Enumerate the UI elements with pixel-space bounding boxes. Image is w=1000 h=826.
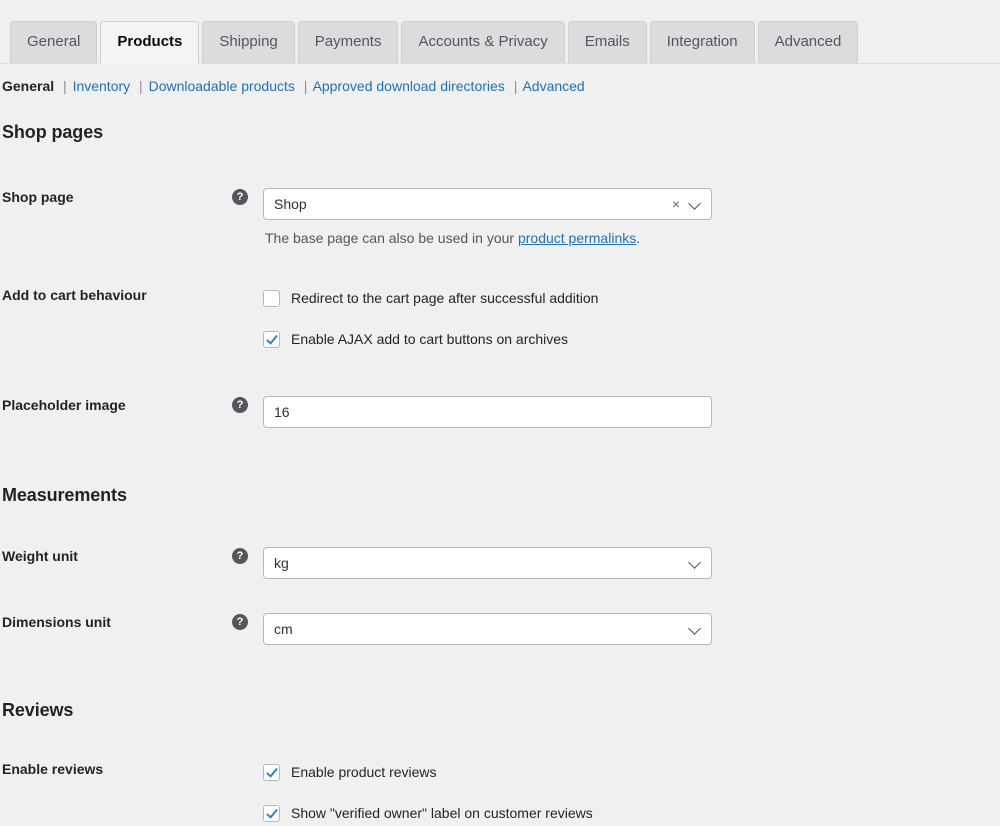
help-cell-placeholder-image: ? [232, 396, 263, 413]
subnav-item-inventory[interactable]: Inventory [73, 78, 131, 94]
label-dimensions-unit: Dimensions unit [2, 614, 111, 630]
field-body-shop-page: Shop × The base page can also be used in… [263, 188, 1000, 248]
checkbox-row-redirect-to-cart[interactable]: Redirect to the cart page after successf… [263, 286, 1000, 311]
question-mark-icon[interactable]: ? [232, 548, 248, 564]
tab-shipping[interactable]: Shipping [202, 21, 295, 63]
shop-page-description: The base page can also be used in your p… [263, 220, 1000, 248]
checkbox-label-show-verified-owner-label[interactable]: Show "verified owner" label on customer … [291, 804, 593, 823]
field-body-dimensions-unit: cm [263, 613, 1000, 645]
settings-tab-strip: General Products Shipping Payments Accou… [0, 0, 1000, 64]
field-row-shop-page: Shop page ? Shop × The base page can als… [0, 188, 1000, 248]
field-row-add-to-cart-behaviour: Add to cart behaviour Redirect to the ca… [0, 286, 1000, 352]
field-row-placeholder-image: Placeholder image ? [0, 396, 1000, 428]
checkbox-enable-product-reviews[interactable] [263, 764, 280, 781]
settings-page: General Products Shipping Payments Accou… [0, 0, 1000, 822]
field-row-weight-unit: Weight unit ? kg [0, 547, 1000, 579]
subnav-item-downloadable-products[interactable]: Downloadable products [149, 78, 295, 94]
subnav-item-advanced[interactable]: Advanced [522, 78, 584, 94]
dimensions-unit-select-icons [681, 623, 701, 635]
tab-emails[interactable]: Emails [567, 21, 647, 63]
label-weight-unit: Weight unit [2, 548, 78, 564]
label-shop-page: Shop page [2, 189, 74, 205]
checkbox-show-verified-owner-label[interactable] [263, 805, 280, 822]
shop-page-description-text-before: The base page can also be used in your [265, 230, 518, 246]
subnav-separator: | [303, 78, 308, 94]
help-cell-weight-unit: ? [232, 547, 263, 564]
help-cell-enable-reviews [232, 760, 263, 761]
field-body-weight-unit: kg [263, 547, 1000, 579]
checkbox-label-enable-product-reviews[interactable]: Enable product reviews [291, 763, 437, 782]
section-title-measurements: Measurements [2, 485, 127, 505]
placeholder-image-input[interactable] [263, 396, 712, 428]
subnav: General | Inventory | Downloadable produ… [2, 77, 585, 96]
shop-page-select-icons: × [664, 197, 701, 211]
subnav-item-general[interactable]: General [2, 78, 54, 94]
help-cell-shop-page: ? [232, 188, 263, 205]
subnav-separator: | [139, 78, 143, 94]
label-add-to-cart-behaviour: Add to cart behaviour [2, 287, 147, 303]
clear-icon[interactable]: × [672, 197, 680, 211]
label-placeholder-image: Placeholder image [2, 397, 126, 413]
subnav-separator: | [63, 78, 67, 94]
question-mark-icon[interactable]: ? [232, 614, 248, 630]
product-permalinks-link[interactable]: product permalinks [518, 230, 636, 246]
chevron-down-icon[interactable] [689, 623, 701, 635]
tab-accounts-and-privacy[interactable]: Accounts & Privacy [401, 21, 565, 63]
field-row-enable-reviews: Enable reviews Enable product reviews Sh… [0, 760, 1000, 826]
subnav-item-approved-download-directories[interactable]: Approved download directories [313, 78, 505, 94]
field-body-add-to-cart-behaviour: Redirect to the cart page after successf… [263, 286, 1000, 352]
checkbox-label-redirect-to-cart[interactable]: Redirect to the cart page after successf… [291, 289, 598, 308]
label-enable-reviews: Enable reviews [2, 761, 104, 777]
tab-general[interactable]: General [10, 21, 98, 63]
checkbox-row-enable-product-reviews[interactable]: Enable product reviews [263, 760, 1000, 785]
field-body-placeholder-image [263, 396, 1000, 428]
checkbox-row-enable-ajax-add-to-cart[interactable]: Enable AJAX add to cart buttons on archi… [263, 327, 1000, 352]
section-title-reviews: Reviews [2, 700, 74, 720]
field-row-dimensions-unit: Dimensions unit ? cm [0, 613, 1000, 645]
settings-content: Shop pages Shop page ? Shop × The base p… [0, 104, 1000, 826]
checkbox-row-show-verified-owner-label[interactable]: Show "verified owner" label on customer … [263, 801, 1000, 826]
chevron-down-icon[interactable] [689, 557, 701, 569]
tab-payments[interactable]: Payments [297, 21, 399, 63]
tab-products[interactable]: Products [100, 21, 200, 64]
weight-unit-select[interactable]: kg [263, 547, 712, 579]
help-cell-add-to-cart-behaviour [232, 286, 263, 287]
question-mark-icon[interactable]: ? [232, 189, 248, 205]
tab-list: General Products Shipping Payments Accou… [10, 21, 859, 64]
dimensions-unit-select[interactable]: cm [263, 613, 712, 645]
help-cell-dimensions-unit: ? [232, 613, 263, 630]
weight-unit-select-icons [681, 557, 701, 569]
tab-integration[interactable]: Integration [649, 21, 755, 63]
subnav-separator: | [513, 78, 518, 94]
checkbox-redirect-to-cart[interactable] [263, 290, 280, 307]
question-mark-icon[interactable]: ? [232, 397, 248, 413]
chevron-down-icon[interactable] [689, 198, 701, 210]
shop-page-selected-value: Shop [274, 196, 307, 212]
tab-advanced[interactable]: Advanced [757, 21, 859, 63]
section-title-shop-pages: Shop pages [2, 122, 104, 142]
shop-page-select[interactable]: Shop × [263, 188, 712, 220]
field-body-enable-reviews: Enable product reviews Show "verified ow… [263, 760, 1000, 826]
checkbox-enable-ajax-add-to-cart[interactable] [263, 331, 280, 348]
shop-page-description-text-after: . [636, 230, 641, 246]
checkbox-label-enable-ajax-add-to-cart[interactable]: Enable AJAX add to cart buttons on archi… [291, 330, 568, 349]
dimensions-unit-selected-value: cm [274, 621, 293, 637]
weight-unit-selected-value: kg [274, 555, 289, 571]
